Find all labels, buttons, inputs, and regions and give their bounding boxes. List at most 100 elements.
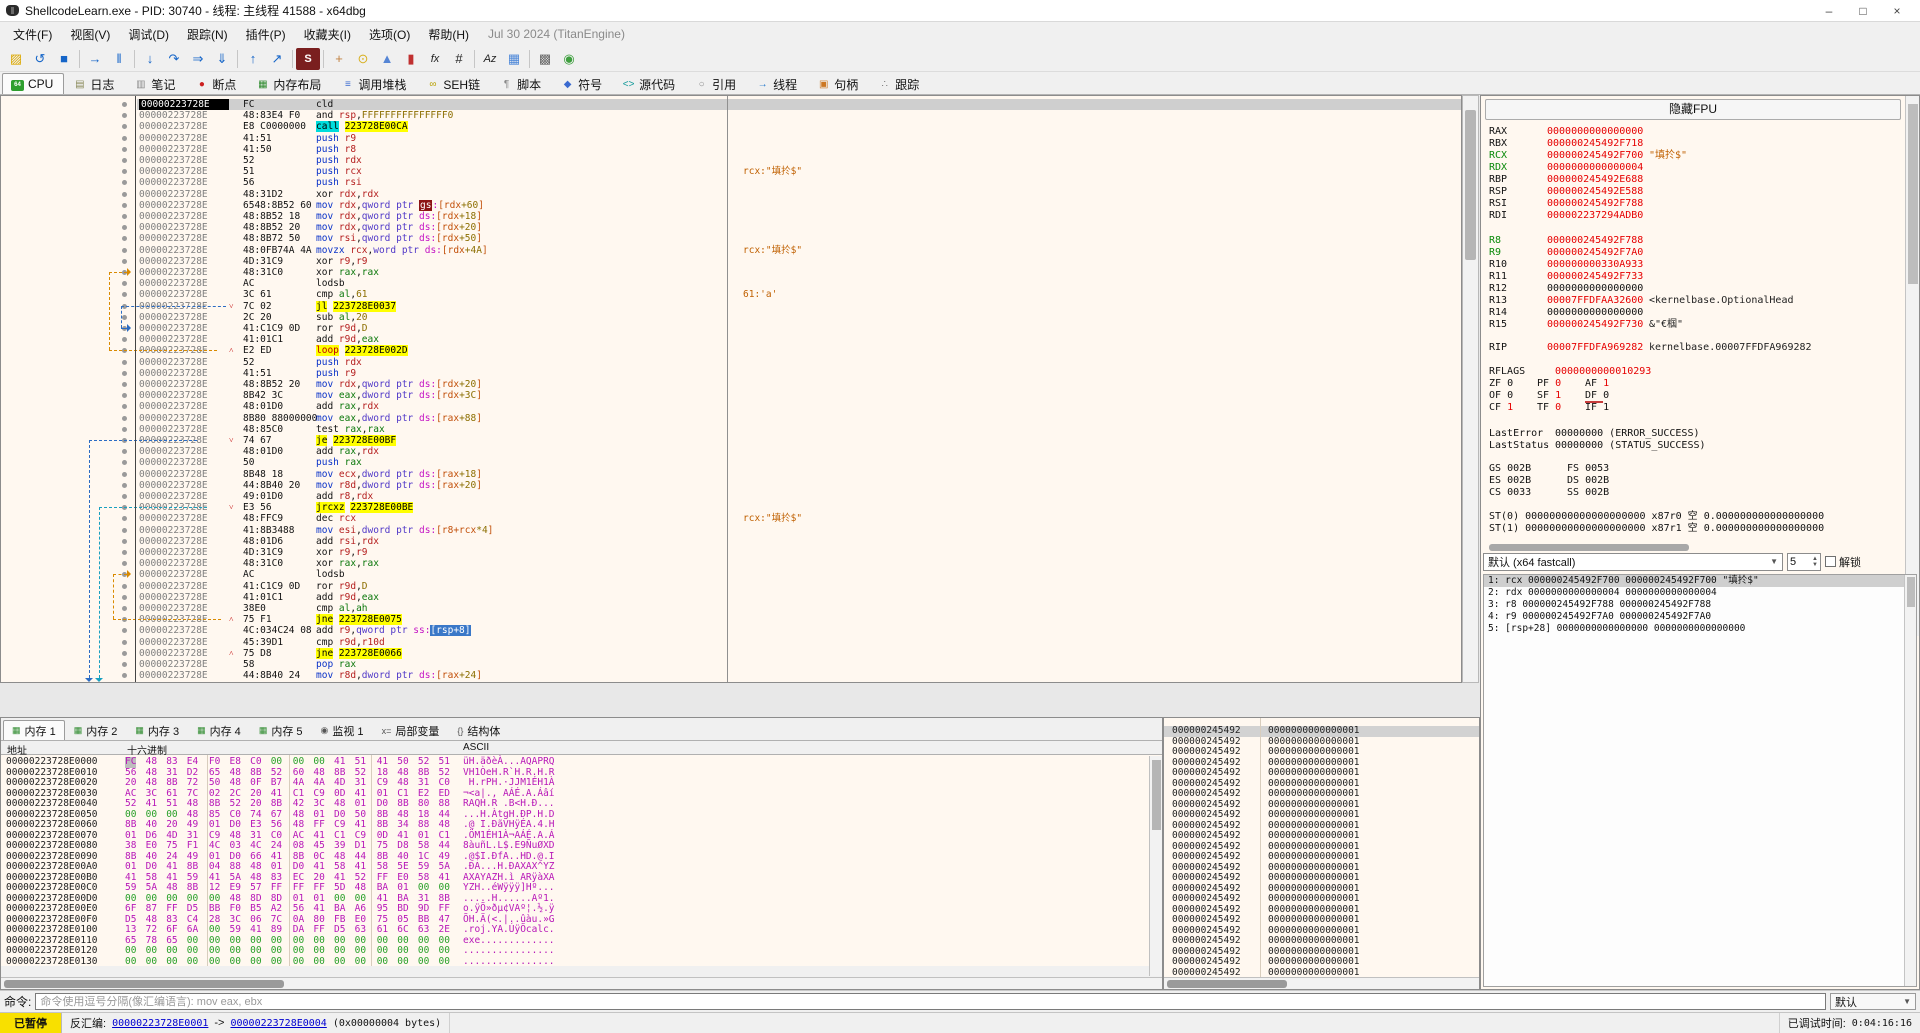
dump-row[interactable]: 00000223728E002020488B7250480FB74A4A4D31… xyxy=(1,778,1162,789)
disasm-row[interactable]: 00000223728E41:51push r9 xyxy=(1,133,1461,144)
dump-tab-监视 1[interactable]: ◉监视 1 xyxy=(312,720,373,740)
arguments-box[interactable]: 1: rcx 000000245492F700 000000245492F700… xyxy=(1483,574,1917,987)
step-over-icon[interactable]: ↷ xyxy=(162,48,186,70)
tab-引用[interactable]: ○引用 xyxy=(686,73,747,94)
breakpoint-dot-icon[interactable] xyxy=(122,606,127,611)
dump-byte[interactable]: 00 xyxy=(166,957,177,968)
disasm-row[interactable]: 00000223728E44:8B40 20mov r8d,dword ptr … xyxy=(1,480,1461,491)
scrollbar-thumb[interactable] xyxy=(1465,110,1476,260)
functions-icon[interactable]: fx xyxy=(423,48,447,70)
breakpoint-dot-icon[interactable] xyxy=(122,640,127,645)
tab-笔记[interactable]: ▥笔记 xyxy=(125,73,186,94)
dump-byte[interactable]: 48 xyxy=(250,862,261,873)
register-row[interactable]: RDX0000000000000004 xyxy=(1481,162,1903,174)
dump-byte[interactable]: 48 xyxy=(146,757,157,768)
dump-byte[interactable]: 00 xyxy=(397,957,408,968)
breakpoint-dot-icon[interactable] xyxy=(122,180,127,185)
dump-byte[interactable]: 00 xyxy=(313,946,324,957)
disasm-row[interactable]: 00000223728E52push rdx xyxy=(1,155,1461,166)
dump-row[interactable]: 00000223728E0130000000000000000000000000… xyxy=(1,957,1162,968)
disasm-row[interactable]: 00000223728E41:01C1add r9d,eax xyxy=(1,334,1461,345)
dump-byte[interactable]: 38 xyxy=(125,841,136,852)
dump-byte[interactable]: 59 xyxy=(418,862,429,873)
disasm-row[interactable]: 00000223728E˄E2 EDloop 223728E002D xyxy=(1,345,1461,356)
breakpoint-dot-icon[interactable] xyxy=(122,494,127,499)
register-value[interactable]: 000000245492E688 xyxy=(1547,174,1643,186)
register-row[interactable]: ES 002BDS 002B xyxy=(1481,475,1903,487)
dump-byte[interactable]: 00 xyxy=(125,957,136,968)
dump-byte[interactable]: D0 xyxy=(293,862,304,873)
register-row[interactable]: R11000000245492F733 xyxy=(1481,271,1903,283)
dump-byte[interactable]: 31 xyxy=(355,778,366,789)
dump-tab-内存 1[interactable]: ▦内存 1 xyxy=(3,720,65,740)
dump-byte[interactable]: 01 xyxy=(355,799,366,810)
scrollbar-thumb[interactable] xyxy=(1152,760,1161,830)
dump-byte[interactable]: 5A xyxy=(146,883,157,894)
disasm-row[interactable]: 00000223728E41:50push r8 xyxy=(1,144,1461,155)
stack-row[interactable]: 0000002454920000000000000001 xyxy=(1164,768,1479,779)
status-to-address-link[interactable]: 00000223728E0004 xyxy=(230,1018,326,1029)
dump-byte[interactable]: 03 xyxy=(230,841,241,852)
disasm-row[interactable]: 00000223728E48:83E4 F0and rsp,FFFFFFFFFF… xyxy=(1,110,1461,121)
disasm-row[interactable]: 00000223728E48:0FB74A 4Amovzx rcx,word p… xyxy=(1,245,1461,256)
breakpoint-dot-icon[interactable] xyxy=(122,214,127,219)
register-row[interactable]: R140000000000000000 xyxy=(1481,307,1903,319)
dump-byte[interactable]: 42 xyxy=(293,799,304,810)
dump-byte[interactable]: 52 xyxy=(125,799,136,810)
disasm-row[interactable]: 00000223728E8B42 3Cmov eax,dword ptr ds:… xyxy=(1,390,1461,401)
stack-row[interactable]: 0000002454920000000000000001 xyxy=(1164,873,1479,884)
dump-row[interactable]: 00000223728E0040524151488B52208B423C4801… xyxy=(1,799,1162,810)
dump-byte[interactable]: 01 xyxy=(271,862,282,873)
memory-dump-pane[interactable]: ▦内存 1▦内存 2▦内存 3▦内存 4▦内存 5◉监视 1x=局部变量{}结构… xyxy=(0,717,1163,990)
dump-body[interactable]: 00000223728E0000FC4883E4F0E8C00000004151… xyxy=(1,755,1162,966)
dump-byte[interactable]: FF xyxy=(166,904,177,915)
flag-value[interactable]: 0033 xyxy=(1507,487,1531,498)
disasm-row[interactable]: 00000223728E41:8B3488mov esi,dword ptr d… xyxy=(1,525,1461,536)
breakpoint-dot-icon[interactable] xyxy=(122,248,127,253)
registers-scrollbar[interactable] xyxy=(1905,96,1919,636)
comments-icon[interactable]: ⊙ xyxy=(351,48,375,70)
register-row[interactable]: RAX0000000000000000 xyxy=(1481,126,1903,138)
dump-byte[interactable]: 34 xyxy=(397,820,408,831)
close-button[interactable]: × xyxy=(1880,4,1914,18)
tab-调用堆栈[interactable]: ≡调用堆栈 xyxy=(332,73,417,94)
menu-调试(D)[interactable]: 调试(D) xyxy=(119,23,178,46)
disasm-row[interactable]: 00000223728E48:8B52 20mov rdx,qword ptr … xyxy=(1,379,1461,390)
breakpoint-dot-icon[interactable] xyxy=(122,102,127,107)
dump-byte[interactable]: C9 xyxy=(377,778,388,789)
registers-pane[interactable]: 隐藏FPU RAX0000000000000000RBX000000245492… xyxy=(1480,95,1920,990)
dump-byte[interactable]: 00 xyxy=(355,946,366,957)
dump-byte[interactable]: 41 xyxy=(313,904,324,915)
dump-byte[interactable]: 00 xyxy=(230,957,241,968)
dump-byte[interactable]: C0 xyxy=(250,757,261,768)
breakpoint-dot-icon[interactable] xyxy=(122,595,127,600)
breakpoint-dot-icon[interactable] xyxy=(122,281,127,286)
dump-byte[interactable]: 51 xyxy=(439,757,450,768)
disasm-row[interactable]: 00000223728E2C 20sub al,20 xyxy=(1,312,1461,323)
breakpoint-dot-icon[interactable] xyxy=(122,236,127,241)
register-value[interactable]: 00007FFDFAA32600 xyxy=(1547,295,1643,307)
dump-byte[interactable]: FF xyxy=(313,883,324,894)
register-row[interactable]: R120000000000000000 xyxy=(1481,283,1903,295)
dump-byte[interactable]: E9 xyxy=(230,883,241,894)
dump-byte[interactable]: 00 xyxy=(125,946,136,957)
disasm-row[interactable]: 00000223728E4C:034C24 08add r9,qword ptr… xyxy=(1,625,1461,636)
register-value[interactable]: 0000000000000000 xyxy=(1547,283,1643,295)
dump-byte[interactable]: 00 xyxy=(187,946,198,957)
register-value[interactable]: 000000245492F718 xyxy=(1547,138,1643,150)
scrollbar-thumb[interactable] xyxy=(1167,980,1287,988)
unlock-checkbox-group[interactable]: 解锁 xyxy=(1825,554,1861,570)
argument-row[interactable]: 2: rdx 0000000000000004 0000000000000004 xyxy=(1484,587,1916,599)
register-row[interactable]: RDI000002237294ADB0 xyxy=(1481,210,1903,222)
disassembly-scrollbar[interactable] xyxy=(1462,95,1479,683)
dump-byte[interactable]: F1 xyxy=(187,841,198,852)
dump-byte[interactable]: 41 xyxy=(250,925,261,936)
disasm-row[interactable]: 00000223728E41:C1C9 0Dror r9d,D xyxy=(1,581,1461,592)
breakpoint-dot-icon[interactable] xyxy=(122,393,127,398)
dump-byte[interactable]: 95 xyxy=(377,904,388,915)
dump-byte[interactable]: D1 xyxy=(355,841,366,852)
command-parser-select[interactable]: 默认 ▼ xyxy=(1830,993,1916,1010)
dump-byte[interactable]: D5 xyxy=(334,925,345,936)
argument-row[interactable]: 4: r9 000000245492F7A0 000000245492F7A0 xyxy=(1484,611,1916,623)
disasm-row[interactable]: 00000223728E44:8B40 24mov r8d,dword ptr … xyxy=(1,670,1461,681)
